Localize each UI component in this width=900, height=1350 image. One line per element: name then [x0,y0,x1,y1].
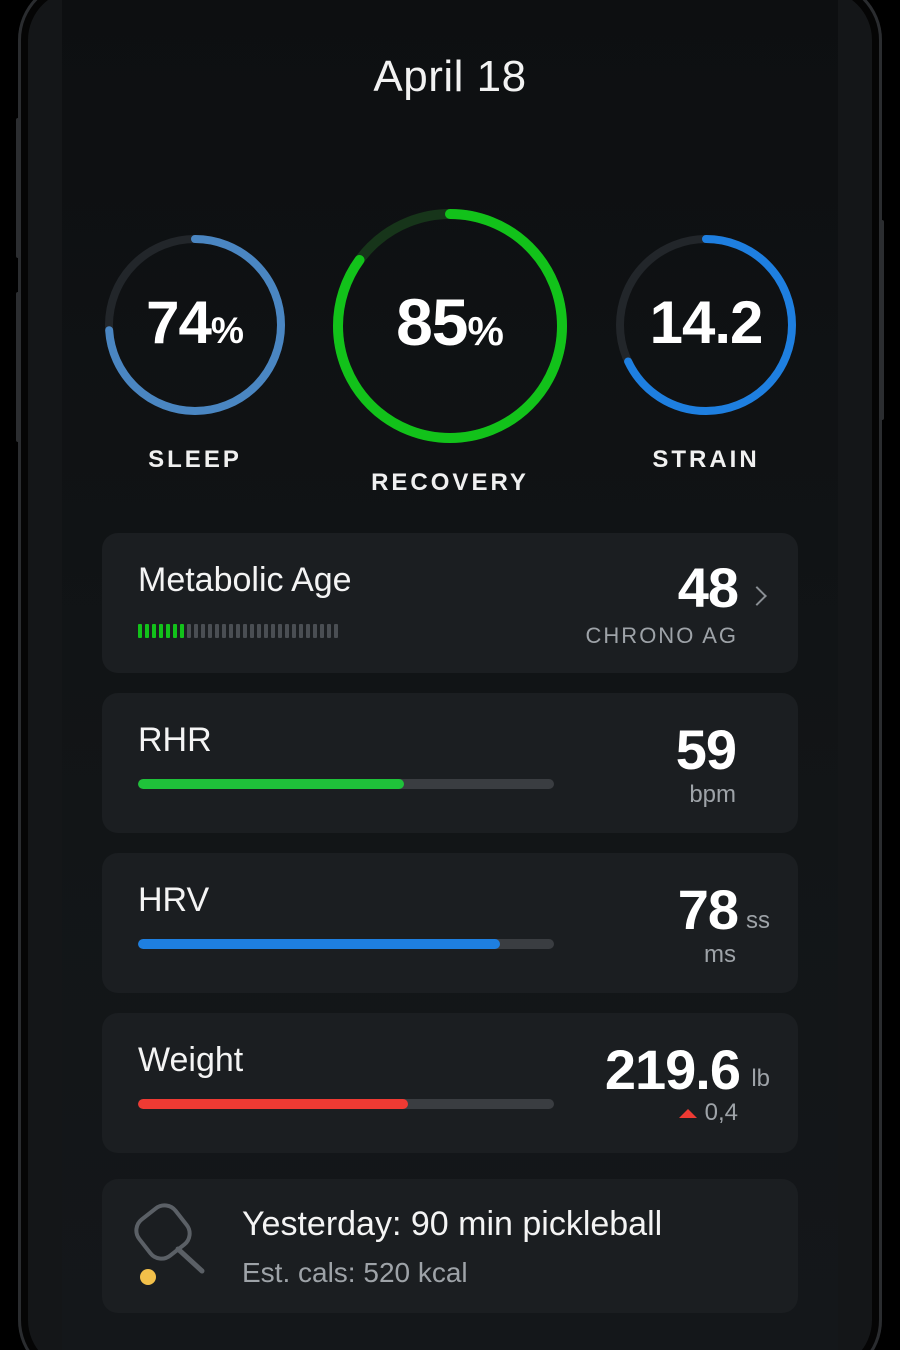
strain-ring[interactable]: 14.2 [613,232,799,418]
metabolic-tick [313,624,317,638]
metabolic-tick [299,624,303,638]
metabolic-tick [152,624,156,638]
app-screen: April 18 74% SLEEP 85% RECOVERY 14.2 STR… [62,0,838,1350]
metabolic-age-title: Metabolic Age [138,561,352,599]
hrv-value: 78 [677,878,739,941]
metabolic-tick [236,624,240,638]
metabolic-age-scale [138,624,338,638]
metabolic-tick [243,624,247,638]
metabolic-age-card[interactable]: Metabolic Age 48 CHRONO AG [102,533,798,673]
weight-value: 219.6 [604,1038,741,1101]
activity-subline: Est. cals: 520 kcal [242,1257,468,1288]
metabolic-tick [166,624,170,638]
recovery-ring[interactable]: 85% [330,206,570,446]
metabolic-tick [292,624,296,638]
weight-title: Weight [138,1041,244,1079]
metabolic-tick [173,624,177,638]
chrono-age-label: CHRONO AG [585,623,738,648]
sleep-label: SLEEP [148,446,242,473]
metabolic-tick [257,624,261,638]
metabolic-tick [250,624,254,638]
rhr-unit: bpm [689,781,736,808]
hrv-bar-fill [138,939,500,949]
metabolic-tick [145,624,149,638]
trend-up-icon [678,1108,697,1118]
sleep-value: 74 [146,289,212,356]
rhr-title: RHR [138,721,212,759]
weight-unit: lb [751,1065,770,1092]
metabolic-tick [208,624,212,638]
strain-label: STRAIN [652,446,760,473]
chevron-right-icon[interactable] [747,586,767,606]
hrv-bar-track [138,939,554,949]
metabolic-tick [271,624,275,638]
metabolic-tick [201,624,205,638]
weight-delta-value: 0,4 [704,1099,738,1126]
hrv-unit-side: ss [746,907,770,934]
weight-bar-track [138,1099,554,1109]
metabolic-tick [264,624,268,638]
weight-card[interactable]: Weight 219.6 lb 0,4 [102,1013,798,1153]
page-title-date: April 18 [373,52,527,101]
activity-headline: Yesterday: 90 min pickleball [242,1205,663,1243]
rhr-card[interactable]: RHR 59 bpm [102,693,798,833]
power-button [879,220,884,420]
sleep-ring[interactable]: 74% [102,232,288,418]
volume-button-lower [16,292,21,442]
metabolic-tick [138,624,142,638]
metabolic-tick [320,624,324,638]
metabolic-tick [285,624,289,638]
pickleball-paddle-icon [132,1203,212,1289]
hrv-unit: ms [704,941,736,968]
metabolic-tick [327,624,331,638]
recovery-unit: % [467,308,504,354]
activity-card[interactable]: Yesterday: 90 min pickleball Est. cals: … [102,1179,798,1313]
strain-value: 14.2 [649,289,764,356]
metabolic-tick [334,624,338,638]
metabolic-tick [306,624,310,638]
rhr-bar-fill [138,779,405,789]
volume-button [16,118,21,258]
metabolic-tick [229,624,233,638]
metabolic-tick [187,624,191,638]
metabolic-tick [222,624,226,638]
metabolic-tick [215,624,219,638]
rhr-bar-track [138,779,554,789]
metabolic-tick [194,624,198,638]
recovery-label: RECOVERY [371,469,529,496]
weight-bar-fill [138,1099,409,1109]
hrv-title: HRV [138,881,210,919]
weight-delta: 0,4 [678,1099,738,1127]
metabolic-age-value: 48 [677,556,739,619]
metabolic-tick [180,624,184,638]
sleep-unit: % [210,309,244,351]
metabolic-tick [159,624,163,638]
rhr-value: 59 [675,718,737,781]
hrv-card[interactable]: HRV 78 ss ms [102,853,798,993]
recovery-value: 85 [396,285,468,359]
metabolic-tick [278,624,282,638]
